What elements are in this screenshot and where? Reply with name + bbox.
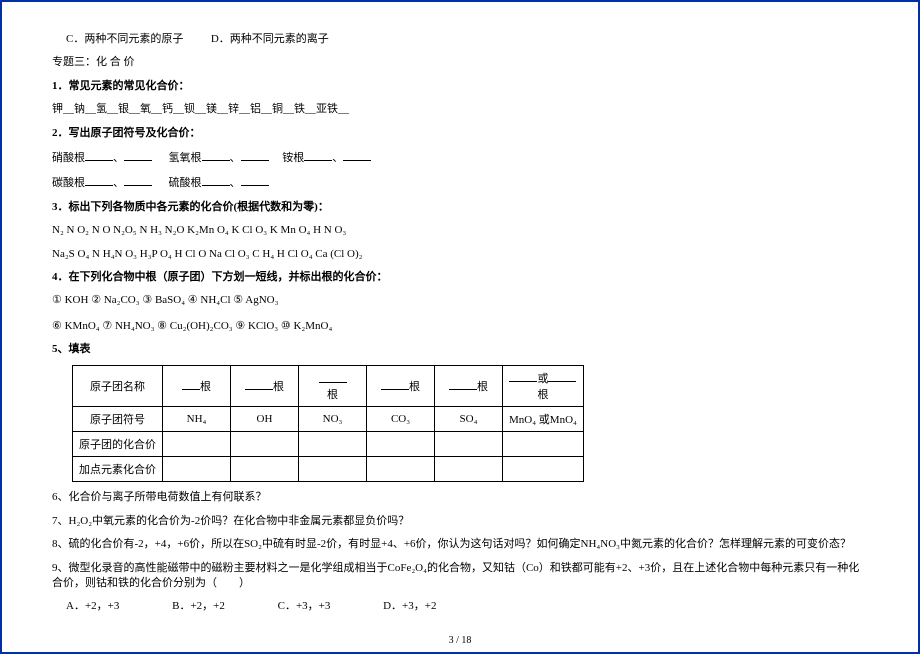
- q6: 6、化合价与离子所带电荷数值上有何联系？: [52, 490, 868, 505]
- q8: 8、硫的化合价有-2，+4，+6价，所以在SO₂中硫有时显-2价，有时显+4、+…: [52, 537, 868, 552]
- th-3: 根: [299, 366, 367, 407]
- q2-l2-a: 碳酸根: [52, 177, 85, 189]
- q3-row1: N₂ N O₂ N O N₂O₅ N H₃ N₂O K₂Mn O₄ K Cl O…: [52, 223, 868, 238]
- topic3-title: 专题三：化 合 价: [52, 55, 868, 70]
- th-name: 原子团名称: [73, 366, 163, 407]
- q1-elements: 钾__钠__氢__银__氧__钙__钡__镁__锌__铝__铜__铁__亚铁__: [52, 102, 868, 117]
- q1-heading: 1．常见元素的常见化合价：: [52, 79, 868, 94]
- row-valence-label: 原子团的化合价: [73, 432, 163, 457]
- q2-l2-b: 硫酸根: [169, 177, 202, 189]
- q4-heading: 4．在下列化合物中根（原子团）下方划一短线，并标出根的化合价：: [52, 270, 868, 285]
- q3-heading: 3．标出下列各物质中各元素的化合价(根据代数和为零)：: [52, 200, 868, 215]
- th-4: 根: [367, 366, 435, 407]
- option-d: D．两种不同元素的离子: [211, 33, 329, 45]
- table-row-valence: 原子团的化合价: [73, 432, 584, 457]
- sym-1: NH₄: [163, 407, 231, 432]
- q5-table: 原子团名称 根 根 根 根 根 或根 原子团符号 NH₄ OH NO₃ CO₃ …: [72, 365, 584, 482]
- top-options: C．两种不同元素的原子 D．两种不同元素的离子: [52, 32, 868, 47]
- q3-row2: Na₂S O₄ N H₄N O₃ H₃P O₄ H Cl O Na Cl O₃ …: [52, 247, 868, 262]
- option-c: C．两种不同元素的原子: [66, 33, 183, 45]
- table-row-dotted: 加点元素化合价: [73, 457, 584, 482]
- q7: 7、H₂O₂中氧元素的化合价为-2价吗？在化合物中非金属元素都显负价吗？: [52, 514, 868, 529]
- table-row-symbol: 原子团符号 NH₄ OH NO₃ CO₃ SO₄ MnO₄ 或MnO₄: [73, 407, 584, 432]
- dot-6: [503, 457, 584, 482]
- row-symbol-label: 原子团符号: [73, 407, 163, 432]
- th-6: 或根: [503, 366, 584, 407]
- q9-opt-c: C．+3，+3: [278, 599, 331, 614]
- sym-2: OH: [231, 407, 299, 432]
- q9-text: 9、微型化录音的高性能磁带中的磁粉主要材料之一是化学组成相当于CoFe₂O₄的化…: [52, 561, 868, 592]
- sym-3: NO₃: [299, 407, 367, 432]
- th-1: 根: [163, 366, 231, 407]
- dot-5: [435, 457, 503, 482]
- page: C．两种不同元素的原子 D．两种不同元素的离子 专题三：化 合 价 1．常见元素…: [0, 0, 920, 654]
- dot-4: [367, 457, 435, 482]
- q4-row1: ① KOH ② Na₂CO₃ ③ BaSO₄ ④ NH₄Cl ⑤ AgNO₃: [52, 293, 868, 308]
- val-6: [503, 432, 584, 457]
- q2-line1: 硝酸根、 氢氧根、 铵根、: [52, 149, 868, 166]
- val-2: [231, 432, 299, 457]
- sym-4: CO₃: [367, 407, 435, 432]
- val-5: [435, 432, 503, 457]
- q2-l1-a: 硝酸根: [52, 152, 85, 164]
- q4-row2: ⑥ KMnO₄ ⑦ NH₄NO₃ ⑧ Cu₂(OH)₂CO₃ ⑨ KClO₃ ⑩…: [52, 319, 868, 334]
- row-dotted-label: 加点元素化合价: [73, 457, 163, 482]
- q9-opt-d: D．+3，+2: [383, 599, 436, 614]
- val-3: [299, 432, 367, 457]
- q5-heading: 5、填表: [52, 342, 868, 357]
- val-4: [367, 432, 435, 457]
- dot-1: [163, 457, 231, 482]
- q9-opt-b: B．+2，+2: [172, 599, 225, 614]
- table-row-header: 原子团名称 根 根 根 根 根 或根: [73, 366, 584, 407]
- sym-5: SO₄: [435, 407, 503, 432]
- q9-opt-a: A．+2，+3: [66, 599, 119, 614]
- th-5: 根: [435, 366, 503, 407]
- page-footer: 3 / 18: [2, 635, 918, 646]
- val-1: [163, 432, 231, 457]
- q2-line2: 碳酸根、 硫酸根、: [52, 174, 868, 191]
- q9-options: A．+2，+3 B．+2，+2 C．+3，+3 D．+3，+2: [52, 599, 868, 614]
- q2-heading: 2．写出原子团符号及化合价：: [52, 126, 868, 141]
- sym-6: MnO₄ 或MnO₄: [503, 407, 584, 432]
- q2-l1-b: 氢氧根: [169, 152, 202, 164]
- dot-3: [299, 457, 367, 482]
- th-2: 根: [231, 366, 299, 407]
- dot-2: [231, 457, 299, 482]
- q2-l1-c: 铵根: [282, 152, 304, 164]
